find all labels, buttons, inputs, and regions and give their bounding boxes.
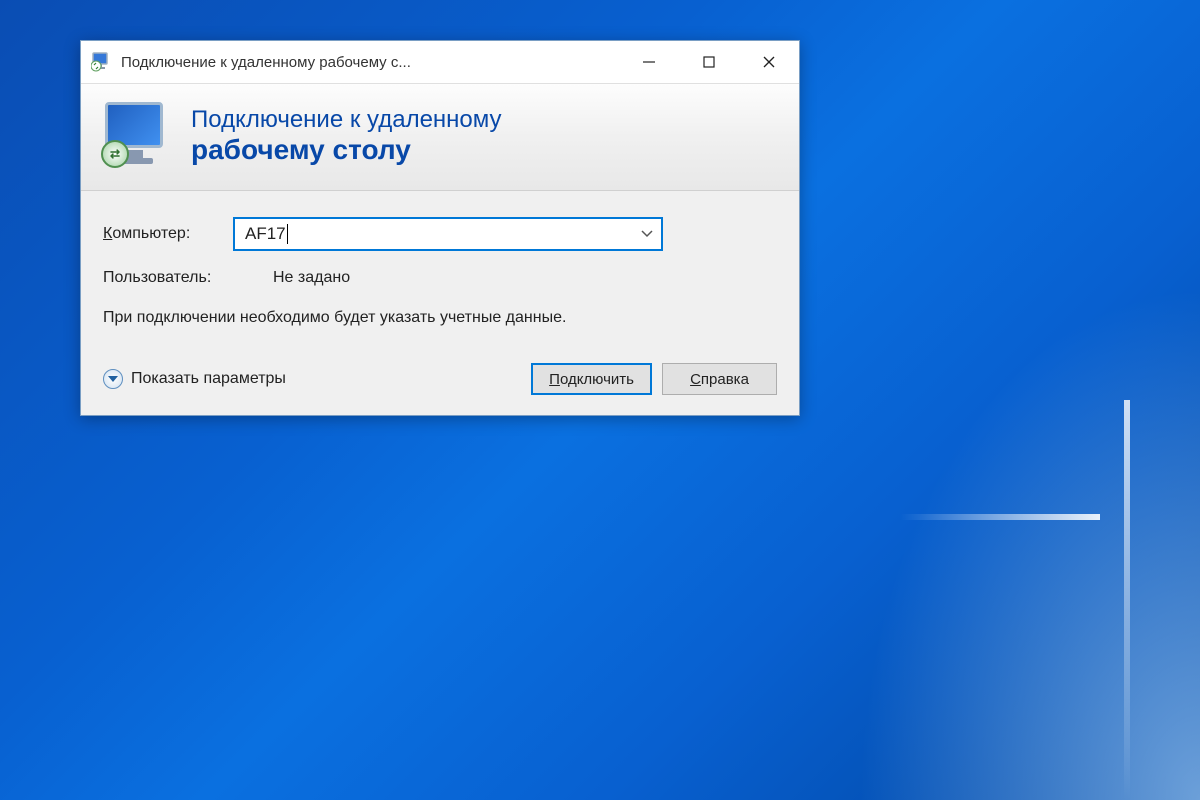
body-panel: Компьютер: AF17 Пользователь: Не задано … xyxy=(81,191,799,415)
maximize-button[interactable] xyxy=(679,41,739,83)
expand-icon xyxy=(103,369,123,389)
window-title: Подключение к удаленному рабочему с... xyxy=(121,54,619,71)
show-options-toggle[interactable]: Показать параметры xyxy=(103,369,286,389)
header-panel: ⇄ Подключение к удаленному рабочему стол… xyxy=(81,83,799,191)
computer-input-value: AF17 xyxy=(245,224,286,243)
info-text: При подключении необходимо будет указать… xyxy=(103,307,777,329)
user-label: Пользователь: xyxy=(103,269,273,287)
connect-button[interactable]: Подключить xyxy=(531,363,652,395)
help-button[interactable]: Справка xyxy=(662,363,777,395)
show-options-label: Показать параметры xyxy=(131,370,286,388)
rdp-dialog-window: Подключение к удаленному рабочему с... ⇄… xyxy=(80,40,800,416)
header-title-line1: Подключение к удаленному xyxy=(191,106,502,134)
header-title-line2: рабочему столу xyxy=(191,134,502,166)
chevron-down-icon[interactable] xyxy=(641,227,653,241)
user-value: Не задано xyxy=(273,269,350,287)
computer-input[interactable]: AF17 xyxy=(233,217,663,251)
rdp-large-icon: ⇄ xyxy=(101,100,173,172)
titlebar[interactable]: Подключение к удаленному рабочему с... xyxy=(81,41,799,83)
rdp-app-icon xyxy=(91,51,113,73)
minimize-button[interactable] xyxy=(619,41,679,83)
close-button[interactable] xyxy=(739,41,799,83)
computer-label: Компьютер: xyxy=(103,225,233,243)
